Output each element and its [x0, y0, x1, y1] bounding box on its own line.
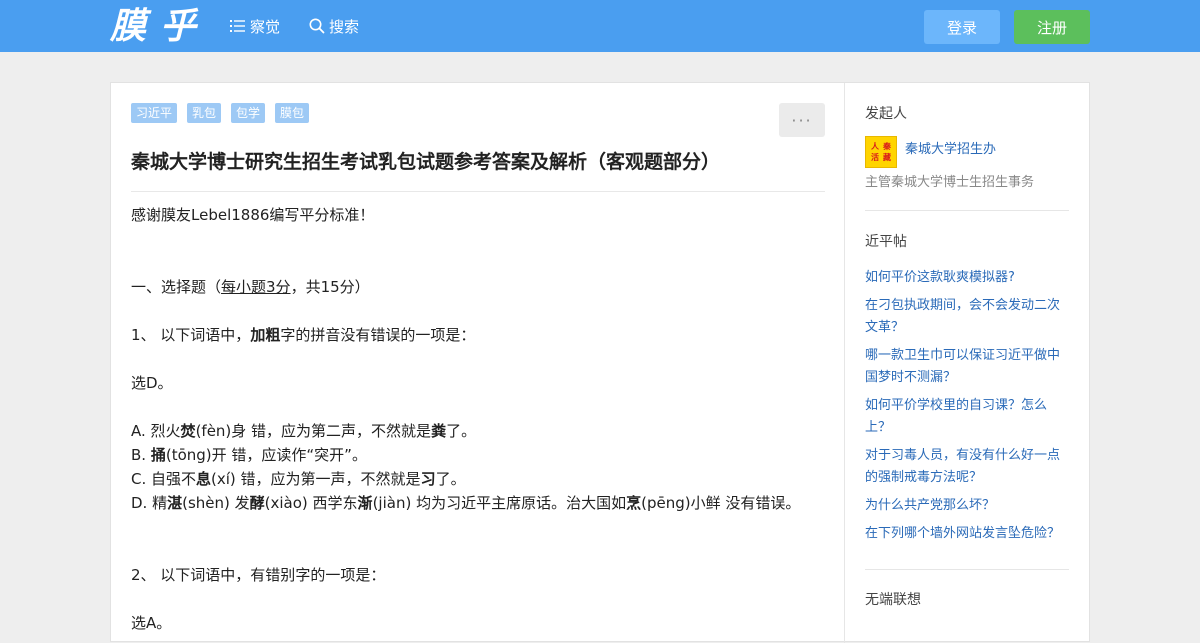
- more-options-button[interactable]: ···: [779, 103, 825, 137]
- hot-post-link[interactable]: 在下列哪个墙外网站发言坠危险？: [865, 523, 1069, 545]
- hot-posts-heading: 近平帖: [865, 234, 907, 250]
- option-d-text: (shèn) 发: [182, 494, 250, 512]
- option-d-text: (jiàn) 均为习近平主席原话。治大国如: [372, 494, 627, 512]
- avatar-char: 秦: [883, 142, 891, 151]
- option-a-text: (fèn)身 错，应为第二声，不然就是: [195, 422, 432, 440]
- hot-post-link[interactable]: 为什么共产党那么坏？: [865, 495, 1069, 517]
- section-heading-prefix: 一、选择题（: [131, 278, 222, 296]
- topic-tag[interactable]: 乳包: [187, 103, 222, 123]
- option-c: C. 自强不息(xí) 错，应为第一声，不然就是习了。: [131, 467, 466, 491]
- top-navigation-bar: 膜乎 察觉 搜索 登录 注册: [0, 0, 1200, 52]
- login-button[interactable]: 登录: [924, 10, 1000, 44]
- option-b-text: B.: [131, 446, 151, 464]
- related-heading: 无端联想: [865, 592, 921, 608]
- question-1-suffix: 字的拼音没有错误的一项是：: [280, 326, 476, 344]
- nav-search[interactable]: 搜索: [309, 16, 359, 36]
- section-heading: 一、选择题（每小题3分，共15分）: [131, 275, 370, 299]
- option-d-text: D. 精: [131, 494, 168, 512]
- question-2-answer: 选A。: [131, 614, 172, 632]
- topic-tag[interactable]: 膜包: [275, 103, 310, 123]
- thanks-line: 感谢膜友Lebel1886编写平分标准！: [131, 206, 375, 224]
- question-main: 习近平 乳包 包学 膜包 ··· 秦城大学博士研究生招生考试乳包试题参考答案及解…: [111, 83, 845, 643]
- nav-explore[interactable]: 察觉: [230, 16, 280, 36]
- option-c-bold: 习: [420, 470, 436, 488]
- question-1: 1、 以下词语中，加粗字的拼音没有错误的一项是：: [131, 323, 475, 347]
- author-name-link[interactable]: 秦城大学招生办: [905, 138, 996, 157]
- hot-post-link[interactable]: 如何平价学校里的自习课？怎么上？: [865, 395, 1069, 439]
- option-d-text: (pēng)小鲜 没有错误。: [641, 494, 801, 512]
- option-d-bold: 湛: [167, 494, 183, 512]
- option-b-text: (tōng)开 错，应读作“突开”。: [165, 446, 367, 464]
- avatar-char: 藏: [883, 153, 891, 162]
- section-heading-suffix: ，共15分）: [290, 278, 370, 296]
- option-b-bold: 捅: [150, 446, 166, 464]
- question-1-prefix: 1、 以下词语中，: [131, 326, 251, 344]
- option-d: D. 精湛(shèn) 发酵(xiào) 西学东渐(jiàn) 均为习近平主席原…: [131, 491, 800, 515]
- question-title: 秦城大学博士研究生招生考试乳包试题参考答案及解析（客观题部分）: [131, 151, 721, 173]
- initiator-heading: 发起人: [865, 106, 907, 122]
- avatar-char: 人: [871, 142, 879, 151]
- site-logo[interactable]: 膜乎: [110, 4, 210, 48]
- nav-search-label: 搜索: [329, 17, 360, 36]
- search-icon: [309, 18, 325, 34]
- option-a: A. 烈火焚(fèn)身 错，应为第二声，不然就是粪了。: [131, 419, 476, 443]
- hot-post-link[interactable]: 哪一款卫生巾可以保证习近平做中国梦时不测漏？: [865, 345, 1069, 389]
- option-c-text: C. 自强不: [131, 470, 197, 488]
- hot-post-link[interactable]: 对于习毒人员，有没有什么好一点的强制戒毒方法呢？: [865, 445, 1069, 489]
- option-a-bold: 焚: [180, 422, 196, 440]
- option-a-bold: 粪: [431, 422, 447, 440]
- nav-explore-label: 察觉: [250, 17, 281, 36]
- topic-tag[interactable]: 习近平: [131, 103, 178, 123]
- option-c-bold: 息: [196, 470, 212, 488]
- section-heading-underlined: 每小题3分: [221, 278, 291, 296]
- hot-post-link[interactable]: 如何平价这款耿爽模拟器?: [865, 267, 1069, 289]
- topic-tag[interactable]: 包学: [231, 103, 266, 123]
- divider: [131, 191, 825, 192]
- option-d-text: (xiào) 西学东: [264, 494, 358, 512]
- option-a-text: A. 烈火: [131, 422, 181, 440]
- option-c-text: 了。: [435, 470, 466, 488]
- option-d-bold: 渐: [357, 494, 373, 512]
- list-icon: [230, 19, 246, 33]
- divider: [865, 210, 1069, 211]
- question-1-answer: 选D。: [131, 374, 173, 392]
- question-card: 习近平 乳包 包学 膜包 ··· 秦城大学博士研究生招生考试乳包试题参考答案及解…: [110, 82, 1090, 643]
- question-2: 2、 以下词语中，有错别字的一项是：: [131, 566, 386, 584]
- hot-post-link[interactable]: 在刁包执政期间，会不会发动二次文革？: [865, 295, 1069, 339]
- option-d-bold: 烹: [626, 494, 642, 512]
- author-description: 主管秦城大学博士生招生事务: [865, 175, 1035, 190]
- option-a-text: 了。: [446, 422, 477, 440]
- question-1-bold: 加粗: [250, 326, 281, 344]
- avatar-char: 活: [871, 153, 879, 162]
- topic-tags: 习近平 乳包 包学 膜包: [131, 103, 310, 123]
- avatar[interactable]: 人 秦 活 藏: [865, 136, 897, 168]
- option-b: B. 捅(tōng)开 错，应读作“突开”。: [131, 443, 367, 467]
- divider: [865, 569, 1069, 570]
- register-button[interactable]: 注册: [1014, 10, 1090, 44]
- hot-posts-list: 如何平价这款耿爽模拟器? 在刁包执政期间，会不会发动二次文革？ 哪一款卫生巾可以…: [865, 267, 1069, 551]
- option-d-bold: 酵: [249, 494, 265, 512]
- option-c-text: (xí) 错，应为第一声，不然就是: [211, 470, 421, 488]
